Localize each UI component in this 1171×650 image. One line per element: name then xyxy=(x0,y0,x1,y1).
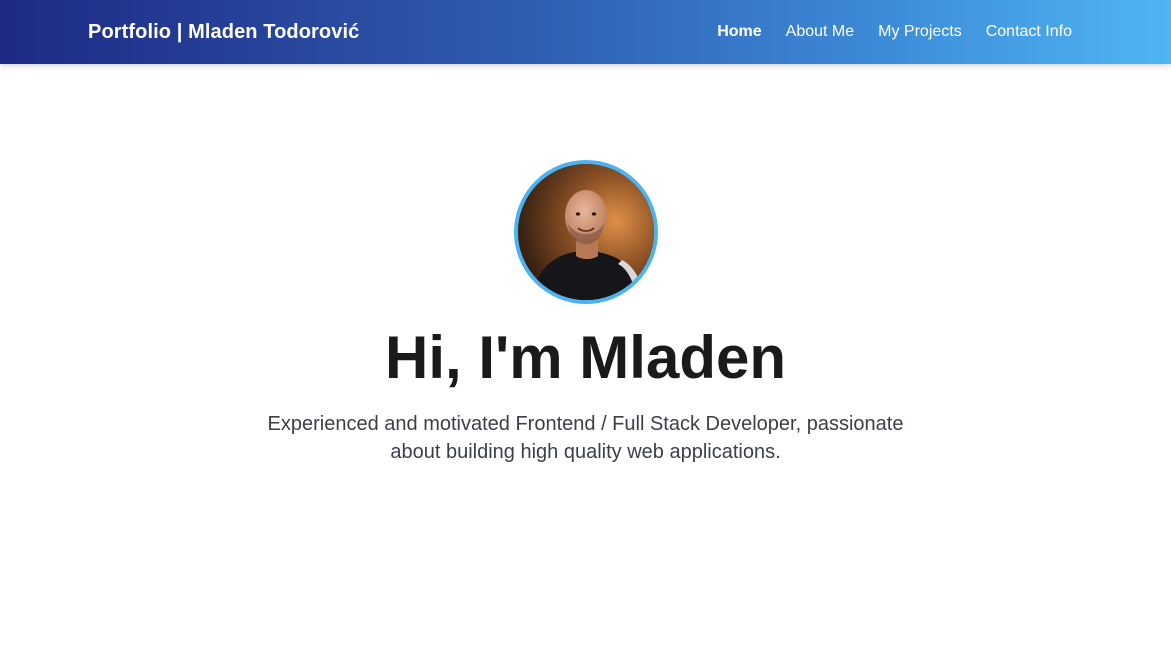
nav-link-about-me[interactable]: About Me xyxy=(786,23,854,41)
nav-link-home[interactable]: Home xyxy=(717,23,761,41)
nav-link-my-projects[interactable]: My Projects xyxy=(878,23,962,41)
hero-section: Hi, I'm Mladen Experienced and motivated… xyxy=(0,64,1171,650)
hero-tagline: Experienced and motivated Frontend / Ful… xyxy=(267,413,904,463)
profile-photo-icon xyxy=(517,164,654,300)
nav-link-contact-info[interactable]: Contact Info xyxy=(986,23,1072,41)
brand-link[interactable]: Portfolio | Mladen Todorović xyxy=(88,21,359,44)
top-navbar: Portfolio | Mladen Todorović Home About … xyxy=(0,0,1171,64)
avatar xyxy=(513,160,658,304)
main-nav: Home About Me My Projects Contact Info xyxy=(717,23,1072,41)
page-title: Hi, I'm Mladen xyxy=(385,324,786,391)
